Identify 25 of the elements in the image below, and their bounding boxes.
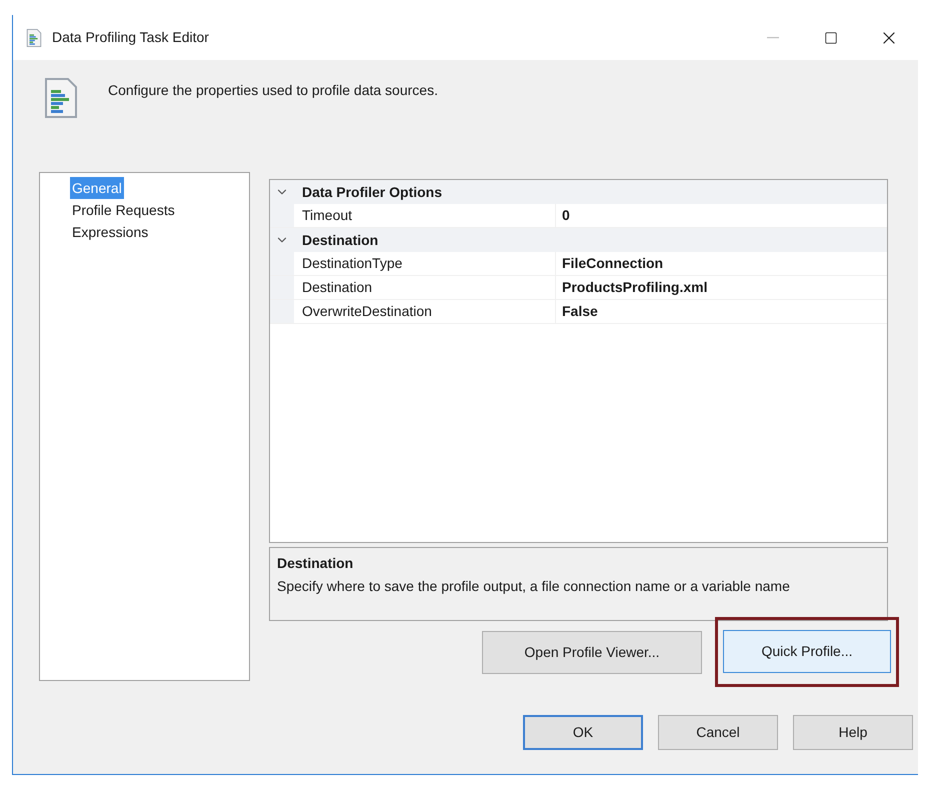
property-name: DestinationType <box>294 252 556 275</box>
property-name: OverwriteDestination <box>294 300 556 323</box>
dialog-button[interactable]: OK <box>523 715 643 750</box>
dialog-button[interactable]: Help <box>793 715 913 750</box>
property-value[interactable]: ProductsProfiling.xml <box>556 276 887 299</box>
document-icon <box>26 28 42 46</box>
page-list-item[interactable]: Expressions <box>70 221 150 243</box>
property-value[interactable]: 0 <box>556 204 887 227</box>
action-button[interactable]: Open Profile Viewer... <box>482 630 702 674</box>
document-icon <box>44 78 78 118</box>
maximize-icon <box>824 30 838 44</box>
property-value[interactable]: False <box>556 300 887 323</box>
category-label: Data Profiler Options <box>302 182 442 202</box>
property-name: Destination <box>294 276 556 299</box>
description-title: Destination <box>277 554 354 573</box>
category-label: Destination <box>302 230 378 250</box>
page-list-item[interactable]: Profile Requests <box>70 199 177 221</box>
description-text: Specify where to save the profile output, a file connection name or a variable name <box>277 577 790 596</box>
property-value[interactable]: FileConnection <box>556 252 887 275</box>
minimize-icon <box>767 36 779 38</box>
dialog-button[interactable]: Cancel <box>658 715 778 750</box>
header-description: Configure the properties used to profile data sources. <box>108 81 438 100</box>
action-button[interactable]: Quick Profile... <box>723 630 891 673</box>
property-name: Timeout <box>294 204 556 227</box>
window-title: Data Profiling Task Editor <box>52 28 209 47</box>
